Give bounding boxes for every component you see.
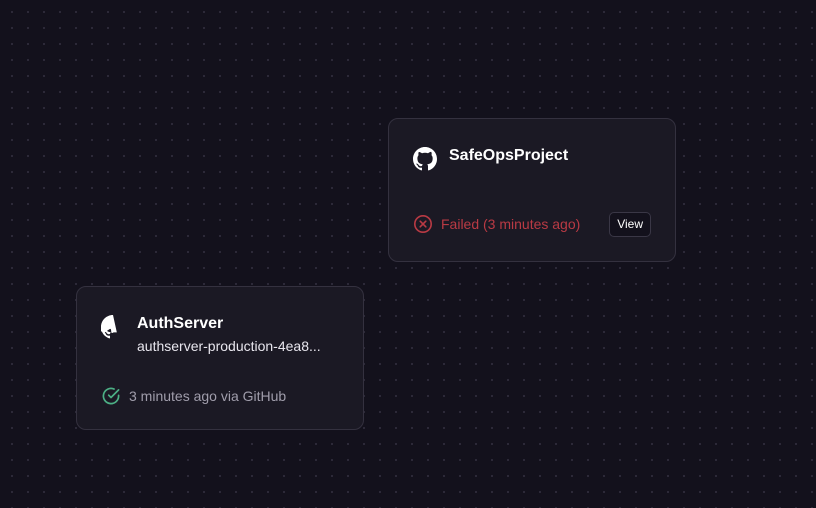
project-canvas[interactable]: SafeOpsProject Failed (3 minutes ago) Vi…	[0, 0, 816, 508]
project-card-safeopsproject[interactable]: SafeOpsProject Failed (3 minutes ago) Vi…	[388, 118, 676, 262]
project-card-authserver[interactable]: AuthServer authserver-production-4ea8...…	[76, 286, 364, 430]
github-icon	[413, 147, 437, 171]
check-circle-icon	[101, 386, 121, 406]
deployment-status: 3 minutes ago via GitHub	[101, 386, 286, 406]
project-title[interactable]: AuthServer	[137, 314, 223, 334]
project-domain-link[interactable]: authserver-production-4ea8...	[137, 337, 321, 355]
status-text: 3 minutes ago via GitHub	[129, 388, 287, 404]
deployment-status: Failed (3 minutes ago)	[413, 214, 580, 234]
github-icon	[101, 315, 125, 339]
view-button[interactable]: View	[609, 212, 651, 237]
error-circle-icon	[413, 214, 433, 234]
status-text: Failed (3 minutes ago)	[441, 216, 581, 232]
project-title[interactable]: SafeOpsProject	[449, 146, 568, 166]
